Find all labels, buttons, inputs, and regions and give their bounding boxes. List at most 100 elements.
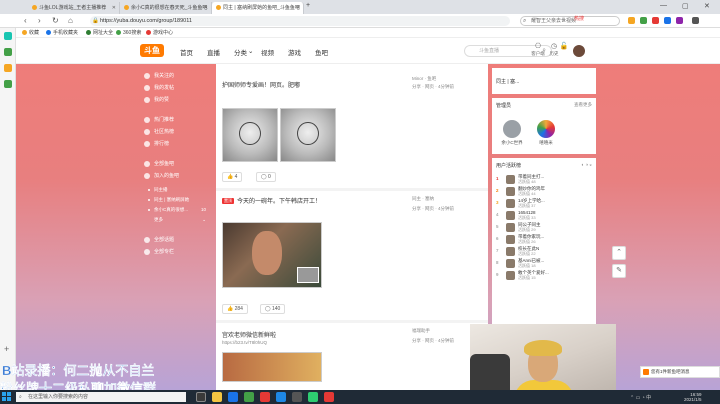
app-icon[interactable] — [4, 32, 12, 40]
sidenav-item-joined-yuba[interactable]: 加入的鱼吧 — [140, 172, 212, 180]
ranking-row[interactable]: 4 1654128 活跃值 33 — [496, 210, 592, 221]
comment-button[interactable]: ◯ 0 — [256, 172, 276, 182]
app-icon[interactable] — [4, 80, 12, 88]
ranking-row[interactable]: 1 带着同主打... 活跃值 48 — [496, 174, 592, 185]
app-icon[interactable] — [260, 392, 270, 402]
post-image[interactable] — [222, 352, 322, 382]
ranking-row[interactable]: 9 敢个英个爱好... 活跃值 15 — [496, 270, 592, 281]
sidenav-subitem[interactable]: 同主播 — [140, 186, 212, 194]
task-view-icon[interactable] — [196, 392, 206, 402]
lock-button[interactable]: 🔓 — [556, 43, 572, 51]
browser-search-input[interactable]: ⌕ 耀智王父亲去世视频 — [520, 16, 620, 26]
back-to-top-button[interactable]: ⌃ — [612, 246, 626, 260]
nav-video[interactable]: 视频 — [261, 47, 274, 57]
sidenav-item-my-likes[interactable]: 我的赞 — [140, 96, 212, 104]
minimize-icon[interactable]: — — [660, 2, 667, 9]
app-icon[interactable] — [4, 64, 12, 72]
avatar[interactable] — [572, 44, 586, 58]
ranking-row[interactable]: 8 基Anni已被... 活跃值 18 — [496, 258, 592, 269]
write-post-button[interactable]: ✎ — [612, 264, 626, 278]
close-tab-icon[interactable]: ✕ — [296, 2, 300, 14]
ranking-row[interactable]: 6 带着你家玩... 活跃值 26 — [496, 234, 592, 245]
browser-tab[interactable]: 余小C真的很想在春天死_斗鱼鱼吧 ✕ — [120, 2, 212, 14]
browser-tab[interactable]: 斗鱼LOL游戏站_王者主播推荐 ✕ — [28, 2, 120, 14]
sidenav-item-columns[interactable]: 全部专栏 — [140, 248, 212, 256]
sidenav-item-community-hot[interactable]: 社区热榜 — [140, 128, 212, 136]
new-tab-icon[interactable]: + — [306, 2, 310, 9]
taskbar-search-input[interactable]: ⌕ 在这里输入你要搜索的内容 — [16, 392, 186, 402]
ranking-row[interactable]: 7 校长在此N 活跃值 22 — [496, 246, 592, 257]
group-name[interactable]: 同主 | 塞... — [496, 78, 519, 85]
post-link[interactable]: https://b23.tv/T8l0hUQ — [222, 340, 267, 345]
maximize-icon[interactable]: ▢ — [682, 2, 689, 10]
nav-yuba[interactable]: 鱼吧 — [315, 47, 328, 57]
bookmark-item[interactable]: 360搜索 — [116, 28, 141, 38]
ranking-row[interactable]: 2 翻炒你的鸡年 活跃值 44 — [496, 186, 592, 197]
douyu-logo[interactable]: 斗鱼 — [140, 44, 164, 57]
sidenav-item-hot[interactable]: 热门推荐 — [140, 116, 212, 124]
nav-category[interactable]: 分类 — [234, 47, 247, 57]
home-icon[interactable]: ⌂ — [68, 16, 73, 26]
browser-icon[interactable] — [228, 392, 238, 402]
bookmark-item[interactable]: 网址大全 — [86, 28, 113, 38]
bookmark-item[interactable]: 手机收藏夹 — [46, 28, 78, 38]
sidenav-subitem[interactable]: 余小C真的很想... 10 — [140, 206, 212, 214]
comment-button[interactable]: ◯ 140 — [260, 304, 286, 314]
post-image[interactable] — [222, 108, 278, 162]
extension-icon[interactable] — [664, 17, 671, 24]
sidenav-item-my-posts[interactable]: 我的发帖 — [140, 84, 212, 92]
extension-icon[interactable] — [640, 17, 647, 24]
post-title[interactable]: 护国师师专爱画！网页。肥嘟 — [222, 80, 300, 89]
reload-icon[interactable]: ↻ — [52, 16, 59, 26]
back-icon[interactable]: ‹ — [24, 16, 27, 26]
admin-item[interactable]: 嘻嘻米 — [534, 120, 558, 146]
close-tab-icon[interactable]: ✕ — [204, 2, 208, 14]
post-author[interactable]: 同主 · 塞纳 — [412, 196, 434, 202]
extension-icon[interactable] — [628, 17, 635, 24]
add-icon[interactable]: + — [4, 344, 9, 354]
post-title[interactable]: 宫欢老师微信新鲜啦 — [222, 330, 276, 339]
ranking-row[interactable]: 5 同公子同主 活跃值 29 — [496, 222, 592, 233]
bookmark-item[interactable]: 收藏 — [22, 28, 39, 38]
clock[interactable]: 16:59 2021/1/5 — [684, 392, 702, 402]
admin-item[interactable]: 余小C世界 — [500, 120, 524, 146]
extension-icon[interactable] — [652, 17, 659, 24]
post-title[interactable]: 置顶 今天的一碗年。下午韩店开工！ — [222, 196, 321, 205]
forward-icon[interactable]: › — [38, 16, 41, 26]
windows-start-icon[interactable] — [2, 392, 12, 402]
post-author[interactable]: Minor · 鱼吧 — [412, 76, 436, 82]
sidenav-item-all-yuba[interactable]: 全部鱼吧 — [140, 160, 212, 168]
post-author[interactable]: 福瑞助手 — [412, 328, 430, 334]
file-explorer-icon[interactable] — [212, 392, 222, 402]
app-icon[interactable] — [324, 392, 334, 402]
sidenav-more[interactable]: 更多 ⌄ — [140, 216, 212, 224]
sidenav-item-following[interactable]: 我关注的 — [140, 72, 212, 80]
hot-search-badge[interactable]: 热搜 — [574, 15, 584, 22]
browser-tab-active[interactable]: 同主 | 塞纳刷屏她的鱼吧_斗鱼鱼吧 ✕ — [212, 2, 304, 14]
sidenav-subitem[interactable]: 同主 | 塞纳刷屏她 — [140, 196, 212, 204]
menu-icon[interactable] — [692, 17, 699, 24]
like-button[interactable]: 👍 4 — [222, 172, 243, 182]
close-window-icon[interactable]: ✕ — [704, 2, 710, 10]
nav-live[interactable]: 直播 — [207, 47, 220, 57]
sidenav-item-ranking[interactable]: 排行榜 — [140, 140, 212, 148]
client-button[interactable]: ⎔ 客户端 — [530, 43, 546, 57]
app-icon[interactable] — [244, 392, 254, 402]
ranking-row[interactable]: 3 14岁上学哈... 活跃值 37 — [496, 198, 592, 209]
sidenav-item-topics[interactable]: 全部话题 — [140, 236, 212, 244]
admins-more-link[interactable]: 查看更多 — [574, 102, 592, 108]
post-image[interactable] — [280, 108, 336, 162]
nav-home[interactable]: 首页 — [180, 47, 193, 57]
app-icon[interactable] — [292, 392, 302, 402]
nav-games[interactable]: 游戏 — [288, 47, 301, 57]
close-tab-icon[interactable]: ✕ — [112, 2, 116, 14]
system-tray-icons[interactable]: ⌃ ▭ ◔ 中 — [630, 394, 651, 401]
ranking-tabs[interactable]: ◐ ◑ ◒ — [581, 162, 592, 167]
app-icon[interactable] — [276, 392, 286, 402]
wechat-icon[interactable] — [308, 392, 318, 402]
bookmark-item[interactable]: 游戏中心 — [146, 28, 173, 38]
app-icon[interactable] — [4, 48, 12, 56]
extension-icon[interactable] — [676, 17, 683, 24]
like-button[interactable]: 👍 284 — [222, 304, 248, 314]
url-field[interactable]: 🔒 https://yuba.douyu.com/group/189011 — [90, 16, 510, 26]
